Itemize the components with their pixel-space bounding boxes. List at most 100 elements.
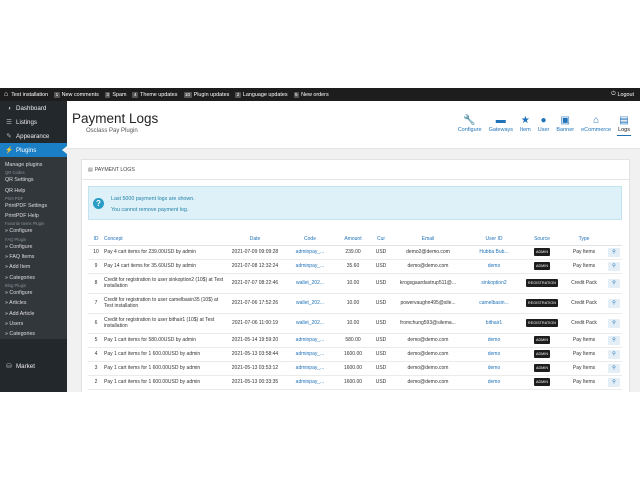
column-header[interactable]: Type [562,234,606,246]
logout-link[interactable]: ⏻ Logout [611,88,634,101]
search-icon[interactable]: ⚲ [608,377,620,387]
cell-id: 3 [88,361,104,376]
cell-user[interactable]: sinkoption2 [466,273,522,294]
toolbar-banner-button[interactable]: ▣ Banner [556,113,574,134]
cell-email: demo@demo.com [390,333,466,348]
search-icon[interactable]: ⚲ [608,363,620,373]
column-header[interactable]: Date [224,234,286,246]
column-header[interactable]: Cur [372,234,390,246]
search-icon[interactable]: ⚲ [608,335,620,345]
column-header[interactable]: Amount [334,234,372,246]
submenu-link[interactable]: » Add Article [0,309,67,319]
submenu-link[interactable]: » FAQ Items [0,252,67,262]
toolbar-ecommerce-button[interactable]: ⌂ eCommerce [581,113,612,134]
brush-icon: ✎ [6,133,12,140]
sidebar-item-market[interactable]: ⛁ Market [0,359,67,373]
cell-user[interactable]: demo [466,259,522,274]
submenu-link[interactable]: » Categories [0,329,67,339]
search-icon[interactable]: ⚲ [608,278,620,288]
cell-code[interactable]: adminpay_... [286,361,334,376]
cell-code[interactable]: adminpay_... [286,333,334,348]
cell-type: Pay Items [562,259,606,274]
cell-source: ADMIN [522,333,562,348]
wrench-icon: 🔧 [463,114,476,126]
column-header[interactable]: Code [286,234,334,246]
admin-bar-item[interactable]: 5 New orders [293,91,329,98]
search-icon[interactable]: ⚲ [608,298,620,308]
cell-concept: Pay 1 cart items for 1 600.00USD by admi… [104,347,224,362]
cell-code[interactable]: adminpay_... [286,347,334,362]
column-header[interactable]: Source [522,234,562,246]
admin-bar-item[interactable]: 10 Plugin updates [183,91,229,98]
toolbar-gateways-button[interactable]: ▬ Gateways [489,113,513,134]
cell-code[interactable]: wallet_202... [286,273,334,294]
admin-bar-item[interactable]: 3 Spam [104,91,126,98]
cell-actions: ⚲ [606,259,622,274]
submenu-link[interactable]: QR Settings [0,175,67,185]
page-header: Payment Logs Osclass Pay Plugin 🔧 Configu… [67,101,640,149]
toolbar-label: eCommerce [581,127,612,133]
sidebar-item-plugins[interactable]: ⚡ Plugins [0,143,67,157]
cell-user[interactable]: demo [466,347,522,362]
panel-header: ▤ PAYMENT LOGS [82,160,629,180]
admin-bar-site[interactable]: ⌂ Test installation [4,91,48,98]
submenu-link[interactable]: » Configure [0,226,67,236]
cell-email: demo@demo.com [390,347,466,362]
cell-code[interactable]: adminpay_... [286,245,334,260]
search-icon[interactable]: ⚲ [608,318,620,328]
sidebar-item-dashboard[interactable]: ◑ Dashboard [0,101,67,115]
submenu-link[interactable]: » Configure [0,288,67,298]
search-icon[interactable]: ⚲ [608,349,620,359]
submenu-link[interactable]: QR Help [0,186,67,196]
cell-email: krogsgaardastrup511@... [390,273,466,294]
admin-bar-item[interactable]: 2 Language updates [235,91,288,98]
info-alert: ? Last 5000 payment logs are shown. You … [88,186,622,220]
cell-id: 2 [88,375,104,390]
cell-user[interactable]: demo [466,375,522,390]
sidebar-item-listings[interactable]: ☰ Listings [0,115,67,129]
submenu-link[interactable]: PrintPDF Settings [0,201,67,211]
cell-user[interactable]: bithair1 [466,313,522,334]
search-icon[interactable]: ⚲ [608,261,620,271]
cell-source: REGISTRATION [522,313,562,334]
toolbar-configure-button[interactable]: 🔧 Configure [458,113,482,134]
cell-code[interactable]: adminpay_... [286,375,334,390]
cell-code[interactable]: wallet_202... [286,293,334,314]
cell-user[interactable]: Hubba Bub... [466,245,522,260]
logout-label: Logout [617,91,635,98]
sidebar-item-appearance[interactable]: ✎ Appearance [0,129,67,143]
cell-cur: USD [372,361,390,376]
submenu-link[interactable]: » Configure [0,242,67,252]
submenu-link[interactable]: » Users [0,319,67,329]
cell-code[interactable]: wallet_202... [286,313,334,334]
cell-amount: 1600.00 [334,375,372,390]
source-badge: REGISTRATION [526,319,558,327]
cell-user[interactable]: camelbasin... [466,293,522,314]
cell-source: ADMIN [522,361,562,376]
submenu-link[interactable]: PrintPDF Help [0,211,67,221]
column-header[interactable]: Email [390,234,466,246]
column-header[interactable]: User ID [466,234,522,246]
cell-source: ADMIN [522,259,562,274]
cell-email: fromchung593@silema... [390,313,466,334]
cell-source: REGISTRATION [522,273,562,294]
store-icon: ⌂ [593,114,600,126]
cell-user[interactable]: demo [466,361,522,376]
toolbar-user-button[interactable]: ● User [538,113,550,134]
cell-id: 10 [88,245,104,260]
cell-user[interactable]: demo [466,333,522,348]
toolbar-item-button[interactable]: ★ Item [520,113,531,134]
cell-code[interactable]: adminpay_... [286,259,334,274]
submenu-link[interactable]: » Add Item [0,262,67,272]
admin-bar-item[interactable]: 4 Theme updates [132,91,178,98]
cell-type: Pay Items [562,333,606,348]
submenu-link[interactable]: Manage plugins [0,160,67,170]
toolbar-logs-button[interactable]: ▤ Logs [617,113,631,136]
column-header[interactable]: ID [88,234,104,246]
payment-logs-table: ID Concept Date Code Amount Cur Email User ID So… [88,234,622,390]
column-header[interactable]: Concept [104,234,224,246]
search-icon[interactable]: ⚲ [608,247,620,257]
submenu-link[interactable]: » Articles [0,298,67,308]
submenu-link[interactable]: » Categories [0,273,67,283]
admin-bar-item[interactable]: 1 New comments [54,91,99,98]
